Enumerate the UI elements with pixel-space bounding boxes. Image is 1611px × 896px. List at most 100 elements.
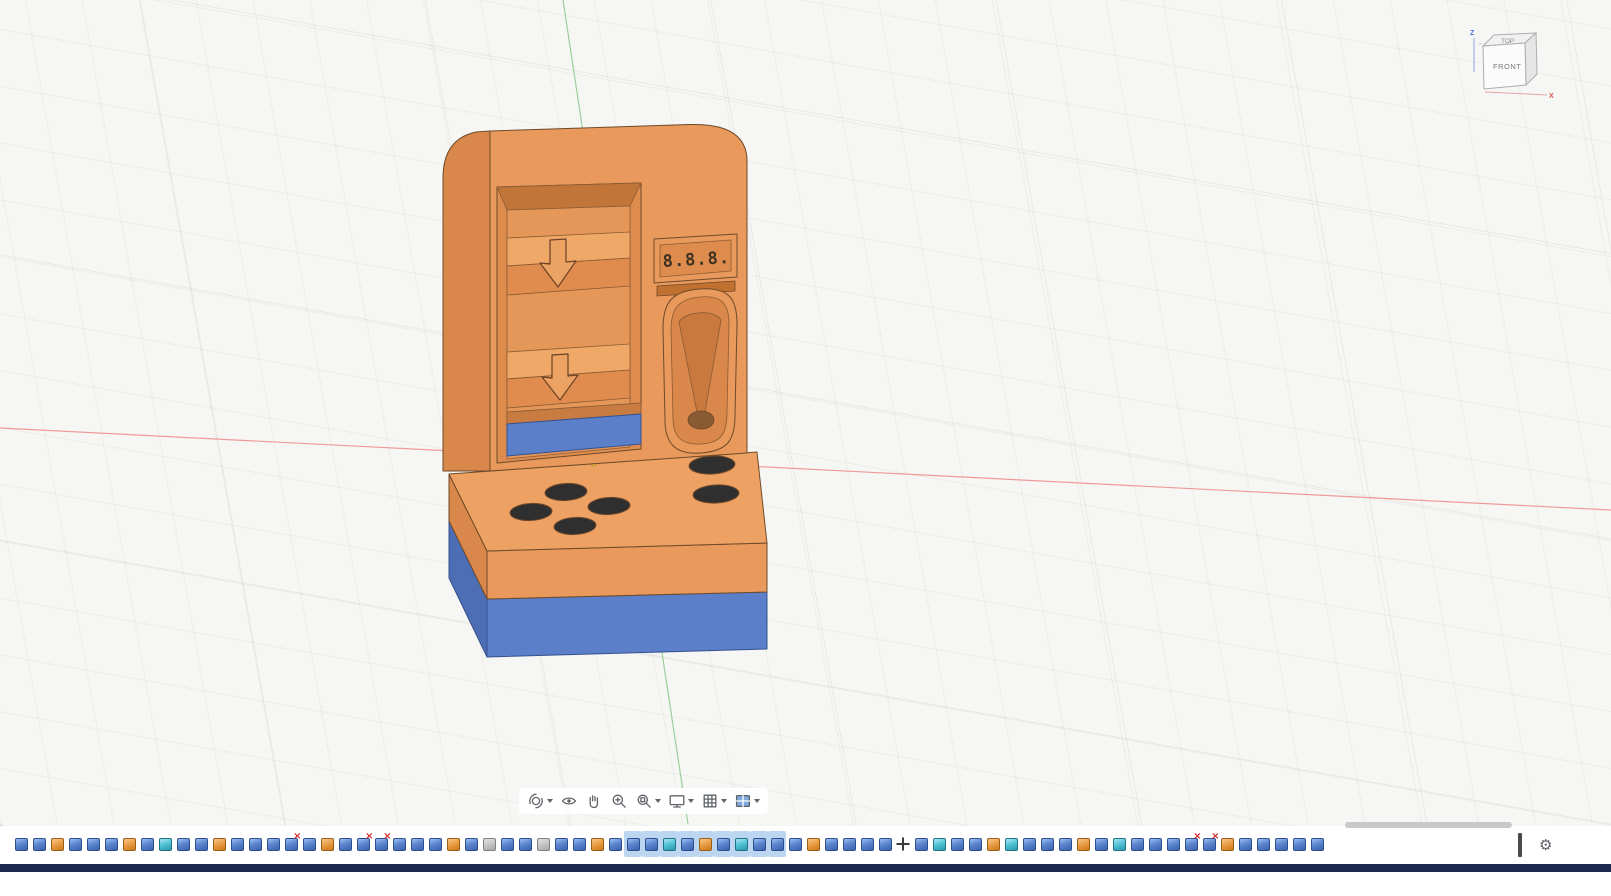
- timeline-item-33[interactable]: [588, 831, 606, 857]
- orbit-dropdown-caret[interactable]: [547, 799, 553, 803]
- timeline-item-51[interactable]: [912, 831, 930, 857]
- timeline-item-31[interactable]: [552, 831, 570, 857]
- display-settings-button[interactable]: [665, 790, 697, 812]
- timeline-item-60[interactable]: [1074, 831, 1092, 857]
- timeline-item-2[interactable]: [30, 831, 48, 857]
- timeline-item-19[interactable]: [336, 831, 354, 857]
- timeline-item-65[interactable]: [1164, 831, 1182, 857]
- model-body[interactable]: 8.8.8.: [442, 123, 768, 658]
- timeline-item-13[interactable]: [228, 831, 246, 857]
- timeline-item-8[interactable]: [138, 831, 156, 857]
- view-cube[interactable]: TOP FRONT Z X: [1467, 22, 1559, 108]
- timeline-item-5[interactable]: [84, 831, 102, 857]
- timeline-item-47[interactable]: [840, 831, 858, 857]
- timeline-settings-gear-icon[interactable]: ⚙: [1539, 835, 1552, 856]
- extrude-feature-blue-icon: [338, 837, 352, 851]
- timeline-item-20[interactable]: [354, 831, 372, 857]
- timeline-item-22[interactable]: [390, 831, 408, 857]
- timeline-item-46[interactable]: [822, 831, 840, 857]
- timeline-item-49[interactable]: [876, 831, 894, 857]
- timeline-item-66[interactable]: [1182, 831, 1200, 857]
- timeline-item-3[interactable]: [48, 831, 66, 857]
- timeline-item-15[interactable]: [264, 831, 282, 857]
- timeline-item-58[interactable]: [1038, 831, 1056, 857]
- timeline-item-54[interactable]: [966, 831, 984, 857]
- timeline-item-56[interactable]: [1002, 831, 1020, 857]
- timeline-item-12[interactable]: [210, 831, 228, 857]
- timeline-item-57[interactable]: [1020, 831, 1038, 857]
- timeline-item-34[interactable]: [606, 831, 624, 857]
- timeline-item-1[interactable]: [12, 831, 30, 857]
- extrude-feature-blue-icon: [788, 837, 802, 851]
- timeline-item-41[interactable]: [732, 831, 750, 857]
- timeline-item-24[interactable]: [426, 831, 444, 857]
- timeline-item-73[interactable]: [1308, 831, 1326, 857]
- timeline-item-68[interactable]: [1218, 831, 1236, 857]
- viewports-button[interactable]: [731, 790, 763, 812]
- grid-dropdown-caret[interactable]: [721, 799, 727, 803]
- timeline-item-36[interactable]: [642, 831, 660, 857]
- timeline-item-6[interactable]: [102, 831, 120, 857]
- timeline-item-69[interactable]: [1236, 831, 1254, 857]
- timeline-item-71[interactable]: [1272, 831, 1290, 857]
- timeline-item-37[interactable]: [660, 831, 678, 857]
- timeline-item-44[interactable]: [786, 831, 804, 857]
- timeline-item-64[interactable]: [1146, 831, 1164, 857]
- zoom-button[interactable]: [607, 790, 631, 812]
- extrude-feature-blue-icon: [86, 837, 100, 851]
- fit-dropdown-caret[interactable]: [655, 799, 661, 803]
- timeline-item-25[interactable]: [444, 831, 462, 857]
- timeline-item-10[interactable]: [174, 831, 192, 857]
- timeline-item-43[interactable]: [768, 831, 786, 857]
- timeline-item-16[interactable]: [282, 831, 300, 857]
- timeline-item-32[interactable]: [570, 831, 588, 857]
- timeline-item-48[interactable]: [858, 831, 876, 857]
- timeline-playhead[interactable]: [1518, 833, 1522, 857]
- timeline-item-42[interactable]: [750, 831, 768, 857]
- orbit-button[interactable]: [524, 790, 556, 812]
- timeline-item-23[interactable]: [408, 831, 426, 857]
- timeline-item-59[interactable]: [1056, 831, 1074, 857]
- timeline-item-28[interactable]: [498, 831, 516, 857]
- grid-and-snaps-button[interactable]: [698, 790, 730, 812]
- timeline-item-18[interactable]: [318, 831, 336, 857]
- timeline-item-72[interactable]: [1290, 831, 1308, 857]
- timeline-item-7[interactable]: [120, 831, 138, 857]
- timeline-item-27[interactable]: [480, 831, 498, 857]
- extrude-feature-blue-icon: [140, 837, 154, 851]
- timeline-item-29[interactable]: [516, 831, 534, 857]
- timeline-item-67[interactable]: [1200, 831, 1218, 857]
- timeline-item-14[interactable]: [246, 831, 264, 857]
- timeline-item-4[interactable]: [66, 831, 84, 857]
- timeline-item-11[interactable]: [192, 831, 210, 857]
- fit-button[interactable]: [632, 790, 664, 812]
- timeline-item-35[interactable]: [624, 831, 642, 857]
- timeline-item-40[interactable]: [714, 831, 732, 857]
- timeline-item-17[interactable]: [300, 831, 318, 857]
- timeline-item-61[interactable]: [1092, 831, 1110, 857]
- timeline-item-50[interactable]: [894, 831, 912, 857]
- extrude-feature-blue-icon: [518, 837, 532, 851]
- timeline-item-30[interactable]: [534, 831, 552, 857]
- timeline-item-53[interactable]: [948, 831, 966, 857]
- timeline-item-38[interactable]: [678, 831, 696, 857]
- viewcube-right-face[interactable]: [1524, 31, 1538, 87]
- timeline-item-39[interactable]: [696, 831, 714, 857]
- timeline-scrollbar[interactable]: [1345, 822, 1512, 828]
- timeline-item-63[interactable]: [1128, 831, 1146, 857]
- timeline-item-55[interactable]: [984, 831, 1002, 857]
- viewports-dropdown-caret[interactable]: [754, 799, 760, 803]
- display-settings-dropdown-caret[interactable]: [688, 799, 694, 803]
- timeline-item-70[interactable]: [1254, 831, 1272, 857]
- extrude-feature-blue-icon: [428, 837, 442, 851]
- timeline-item-45[interactable]: [804, 831, 822, 857]
- look-at-button[interactable]: [557, 790, 581, 812]
- timeline-item-62[interactable]: [1110, 831, 1128, 857]
- extrude-feature-blue-icon: [824, 837, 838, 851]
- pan-button[interactable]: [582, 790, 606, 812]
- timeline-item-9[interactable]: [156, 831, 174, 857]
- timeline-item-21[interactable]: [372, 831, 390, 857]
- viewport-3d[interactable]: 8.8.8. TOP FRONT Z X: [0, 0, 1611, 826]
- timeline-item-26[interactable]: [462, 831, 480, 857]
- timeline-item-52[interactable]: [930, 831, 948, 857]
